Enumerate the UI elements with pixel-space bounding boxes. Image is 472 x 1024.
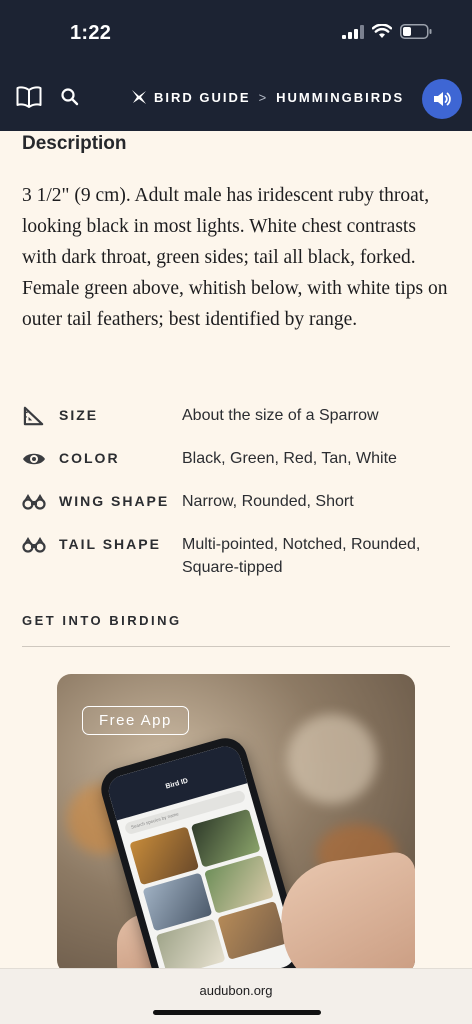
- wifi-icon: [372, 24, 392, 38]
- free-app-promo-card[interactable]: Bird ID Search species by name Free App: [57, 674, 415, 974]
- search-icon[interactable]: [60, 87, 80, 111]
- attribute-value: Multi-pointed, Notched, Rounded, Square-…: [182, 536, 421, 576]
- hand-image: [273, 849, 415, 974]
- free-app-badge[interactable]: Free App: [82, 706, 189, 735]
- book-icon[interactable]: [16, 86, 42, 112]
- home-indicator[interactable]: [153, 1010, 321, 1015]
- url-text[interactable]: audubon.org: [0, 983, 472, 998]
- ruler-triangle-icon: [23, 406, 44, 426]
- attribute-label: SIZE: [59, 407, 99, 423]
- breadcrumb-hummingbirds[interactable]: HUMMINGBIRDS: [276, 90, 404, 105]
- description-heading: Description: [22, 133, 127, 154]
- status-time: 1:22: [70, 22, 112, 44]
- nav-bar: BIRD GUIDE > HUMMINGBIRDS: [0, 66, 472, 131]
- attribute-label: COLOR: [59, 450, 120, 466]
- audubon-bird-logo-icon: [132, 90, 146, 104]
- attribute-value: About the size of a Sparrow: [182, 407, 379, 424]
- breadcrumb-separator: >: [258, 89, 269, 105]
- attribute-value: Black, Green, Red, Tan, White: [182, 450, 397, 467]
- birding-heading: GET INTO BIRDING: [22, 613, 182, 628]
- eye-icon: [23, 453, 45, 465]
- cellular-signal-icon: [342, 24, 364, 39]
- audio-button[interactable]: [422, 79, 462, 119]
- divider: [22, 646, 450, 647]
- breadcrumb-bird-guide[interactable]: BIRD GUIDE: [154, 90, 251, 105]
- breadcrumb: BIRD GUIDE > HUMMINGBIRDS: [130, 88, 404, 106]
- binoculars-icon: [22, 494, 46, 510]
- background-bokeh: [287, 714, 377, 804]
- binoculars-icon: [22, 537, 46, 553]
- attribute-label: WING SHAPE: [59, 493, 170, 509]
- description-text: 3 1/2" (9 cm). Adult male has iridescent…: [22, 185, 448, 330]
- status-icons: [342, 24, 432, 39]
- attribute-value: Narrow, Rounded, Short: [182, 493, 354, 510]
- battery-icon: [400, 24, 432, 39]
- speaker-icon: [434, 92, 451, 106]
- attribute-label: TAIL SHAPE: [59, 536, 161, 552]
- browser-url-bar[interactable]: audubon.org: [0, 968, 472, 1024]
- app-thumbnail-grid: [123, 804, 294, 974]
- status-bar: 1:22: [0, 0, 472, 66]
